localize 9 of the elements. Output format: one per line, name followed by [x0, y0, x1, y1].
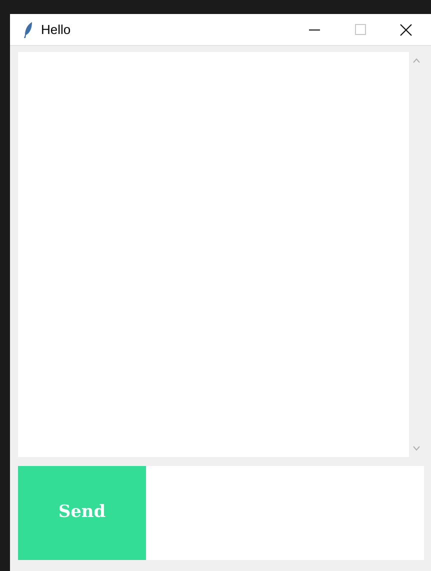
minimize-icon — [308, 28, 320, 30]
close-icon — [400, 24, 412, 36]
scroll-up-icon[interactable] — [413, 58, 420, 63]
send-button[interactable]: Send — [18, 466, 146, 560]
window-title: Hello — [41, 20, 71, 39]
message-field[interactable] — [146, 466, 424, 560]
feather-icon — [24, 22, 33, 38]
scroll-down-icon[interactable] — [413, 446, 420, 451]
maximize-icon — [354, 24, 366, 35]
